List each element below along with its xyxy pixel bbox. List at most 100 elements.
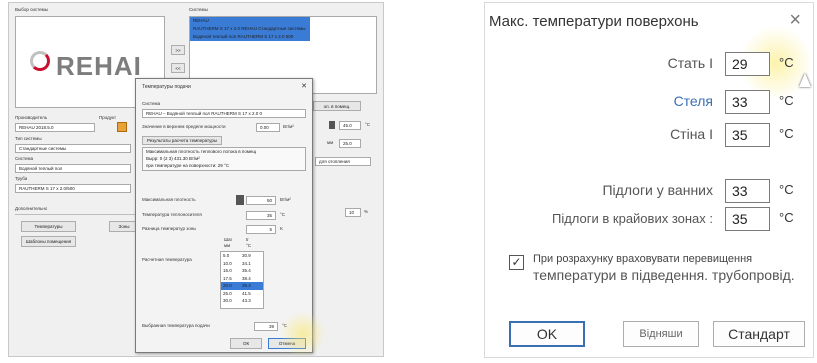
mouse-cursor-icon xyxy=(799,73,811,87)
bathroom-floor-unit: °С xyxy=(779,182,794,197)
table-cell: 35.4 xyxy=(242,268,251,273)
checkbox-label-line2: температури в підведення. трубопровід. xyxy=(533,267,795,283)
table-cell: 41.5 xyxy=(242,290,251,296)
pipe-field[interactable]: RAUTHERM S 17 x 2.0/500 xyxy=(15,184,131,193)
results-panel: Максимальная плотность теплового потока … xyxy=(142,147,306,171)
table-row[interactable]: 25.0 41.5 xyxy=(221,290,263,298)
left-app-window: Выбор системы REHAI >> << Системы REHAU … xyxy=(8,2,384,357)
table-cell: 43.3 xyxy=(242,298,251,303)
table-row[interactable]: 5.0 30.9 xyxy=(221,252,263,260)
pipe-label: Труба xyxy=(15,176,28,181)
ceiling-unit: °С xyxy=(779,93,794,108)
close-icon[interactable]: ✕ xyxy=(301,82,307,90)
add-system-button[interactable]: >> xyxy=(171,45,185,55)
results-line: при температуре на поверхности: 29 °C xyxy=(146,163,230,168)
systems-label: Системы xyxy=(189,7,208,12)
spacing-label: мм xyxy=(327,140,334,145)
table-cell: 5.0 xyxy=(223,253,230,258)
flow-temp-table[interactable]: 5.0 30.9 10.0 34.1 15.0 35.4 17.5 38.4 20.0 39.4 2… xyxy=(220,251,264,309)
logo-text: REHAI xyxy=(56,51,142,81)
chosen-field[interactable]: 39 xyxy=(254,322,278,331)
folder-icon[interactable] xyxy=(117,122,127,132)
table-cell: 34.1 xyxy=(242,260,251,266)
table-cell: 38.4 xyxy=(242,275,251,281)
spacing-field[interactable]: 25.0 xyxy=(339,139,361,148)
table-row[interactable]: 30.0 43.3 xyxy=(221,297,263,305)
col-head-spacing: Шаг xyxy=(224,237,233,242)
dlg-system-field[interactable]: REHAU – Водяной теплый пол RAUTHERM S 17… xyxy=(142,109,306,118)
slider-handle[interactable] xyxy=(329,121,335,129)
room-options-button[interactable]: ол. в помещ. xyxy=(313,101,361,111)
table-cell: 10.0 xyxy=(223,260,232,266)
table-cell: 15.0 xyxy=(223,268,232,273)
table-row[interactable]: 15.0 35.4 xyxy=(221,267,263,275)
table-row[interactable]: 17.5 38.4 xyxy=(221,275,263,283)
table-cell: 30.9 xyxy=(242,253,251,258)
rehau-logo-icon xyxy=(30,51,50,71)
ceiling-label: Стеля xyxy=(673,93,713,109)
dialog-title: Температуры подачи xyxy=(142,84,191,90)
table-cell: 39.4 xyxy=(242,283,251,288)
slider-handle[interactable] xyxy=(236,195,244,205)
dlg-system-label: Система xyxy=(142,101,161,106)
surface-temperatures-dialog: Макс. температури поверхонь × Стать I 29… xyxy=(484,2,814,358)
heating-dropdown[interactable]: для отопления xyxy=(315,157,371,166)
results-line: Вырр: 0 (2 3) 431.30 Вт/м² xyxy=(146,156,200,161)
table-cell: 30.0 xyxy=(223,298,232,303)
room-templates-button[interactable]: Шаблоны помещения xyxy=(21,236,76,247)
wall-label: Стіна I xyxy=(670,126,713,142)
extra-section-label: Дополнительно xyxy=(15,206,48,211)
overheat-checkbox[interactable]: ✓ xyxy=(509,255,524,270)
chosen-label: Выбранная температура подачи xyxy=(142,323,210,328)
temp-diff-label: Температура теплоносителя xyxy=(142,212,202,217)
flow-temp-label: Расчетная температура xyxy=(142,257,192,262)
flow-temperature-dialog: Температуры подачи ✕ Система REHAU – Вод… xyxy=(135,78,326,356)
max-density-unit: Вт/м² xyxy=(280,197,291,202)
ok-button[interactable]: ОК xyxy=(230,338,262,349)
cancel-button[interactable]: Відняши xyxy=(623,321,699,347)
edge-zone-floor-unit: °С xyxy=(779,210,794,225)
checkmark-icon: ✓ xyxy=(511,255,522,269)
system-field[interactable]: Водяной теплый пол xyxy=(15,164,131,173)
col-unit-spacing: мм xyxy=(224,243,231,248)
table-cell: 20.0 xyxy=(223,283,232,288)
percent-unit: % xyxy=(364,209,369,214)
system-type-label: Тип системы xyxy=(15,136,42,141)
ok-button[interactable]: OK xyxy=(509,321,585,347)
standard-button[interactable]: Стандарт xyxy=(713,321,805,347)
spread-label: Разница температур зоны xyxy=(142,226,197,231)
table-row[interactable]: 10.0 34.1 xyxy=(221,260,263,268)
ceiling-input[interactable]: 33 xyxy=(725,90,770,114)
max-density-field[interactable]: 50 xyxy=(246,196,276,205)
max-density-label: Максимальная плотность xyxy=(142,197,196,202)
results-button[interactable]: Результаты расчета температуры xyxy=(142,136,222,145)
divider xyxy=(15,214,135,215)
product-label: Продукт xyxy=(99,115,117,120)
dialog-title: Макс. температури поверхонь xyxy=(489,13,699,30)
table-row[interactable]: 20.0 39.4 xyxy=(221,282,263,290)
wall1-input[interactable]: 29 xyxy=(725,52,770,76)
percent-field[interactable]: 10 xyxy=(345,208,361,217)
system-label: Система xyxy=(15,156,34,161)
temp-field[interactable]: 45.0 xyxy=(339,121,361,130)
list-item[interactable]: Водяной теплый пол RAUTHERM S 17 x 2.0 5… xyxy=(190,33,310,41)
temperatures-button[interactable]: Температуры xyxy=(21,221,76,232)
remove-system-button[interactable]: << xyxy=(171,63,185,73)
list-item[interactable]: REHAU xyxy=(190,17,310,25)
wall-unit: °С xyxy=(779,126,794,141)
edge-zone-floor-input[interactable]: 35 xyxy=(725,207,770,231)
wall-input[interactable]: 35 xyxy=(725,123,770,147)
spread-field[interactable]: 5 xyxy=(246,225,276,234)
col-head-temp: tг xyxy=(246,237,249,242)
list-item[interactable]: RAUTHERM S 17 x 2.0 REHAU Стандартные си… xyxy=(190,25,310,33)
cursor-highlight xyxy=(280,311,326,356)
table-cell: 25.0 xyxy=(223,290,232,296)
system-type-field[interactable]: Стандартные системы xyxy=(15,144,131,153)
manufacturer-field[interactable]: REHAU 2018.5.0 xyxy=(15,123,95,132)
wall1-unit: °С xyxy=(779,55,794,70)
results-line: Максимальная плотность теплового потока … xyxy=(146,149,257,154)
limit-field[interactable]: 0.00 xyxy=(256,123,280,132)
bathroom-floor-label: Підлоги у ванних xyxy=(602,182,713,198)
temp-diff-field[interactable]: 35 xyxy=(246,211,276,220)
bathroom-floor-input[interactable]: 33 xyxy=(725,179,770,203)
